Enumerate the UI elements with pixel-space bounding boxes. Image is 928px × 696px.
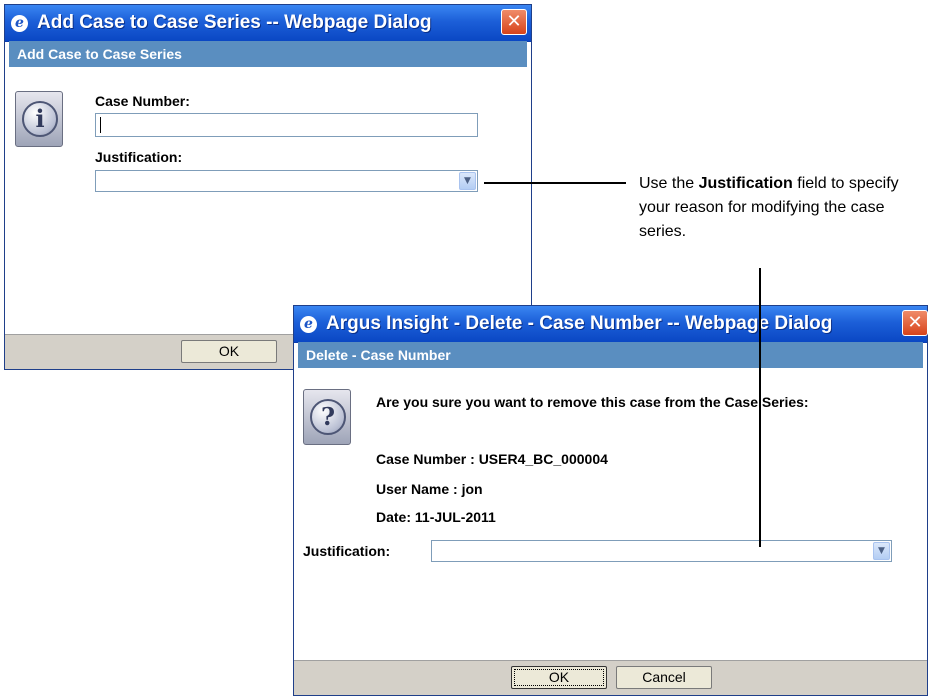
callout-line-horizontal — [484, 182, 626, 184]
case-number-input[interactable] — [95, 113, 478, 137]
question-icon: ? — [303, 389, 351, 445]
ok-button[interactable]: OK — [511, 666, 607, 689]
callout-prefix: Use the — [639, 175, 699, 192]
info-icon: i — [15, 91, 63, 147]
cancel-button[interactable]: Cancel — [616, 666, 712, 689]
date-line: Date: 11-JUL-2011 — [376, 509, 496, 525]
justification-callout: Use the Justification field to specify y… — [639, 172, 924, 244]
justification-dropdown[interactable]: ▼ — [95, 170, 478, 192]
delete-case-titlebar[interactable]: e Argus Insight - Delete - Case Number -… — [294, 306, 928, 343]
close-button[interactable]: ✕ — [902, 310, 928, 336]
chevron-down-icon[interactable]: ▼ — [873, 542, 890, 560]
close-button[interactable]: ✕ — [501, 9, 527, 35]
window-title: Argus Insight - Delete - Case Number -- … — [326, 313, 833, 334]
justification-dropdown[interactable]: ▼ — [431, 540, 892, 562]
dialog-footer: OK Cancel — [294, 660, 927, 695]
case-number-label: Case Number: — [95, 93, 190, 109]
window-title: Add Case to Case Series -- Webpage Dialo… — [37, 12, 432, 33]
case-number-line: Case Number : USER4_BC_000004 — [376, 451, 608, 467]
ok-button[interactable]: OK — [181, 340, 277, 363]
ie-icon: e — [300, 316, 317, 333]
add-case-titlebar[interactable]: e Add Case to Case Series -- Webpage Dia… — [5, 5, 531, 42]
chevron-down-icon[interactable]: ▼ — [459, 172, 476, 190]
section-header: Add Case to Case Series — [9, 41, 527, 67]
section-header: Delete - Case Number — [298, 342, 923, 368]
confirm-question: Are you sure you want to remove this cas… — [376, 394, 809, 410]
callout-emphasis: Justification — [698, 175, 793, 192]
question-icon-glyph: ? — [310, 399, 346, 435]
callout-line-vertical — [759, 268, 761, 547]
justification-label: Justification: — [303, 543, 391, 559]
ie-icon: e — [11, 15, 28, 32]
user-name-line: User Name : jon — [376, 481, 483, 497]
text-caret — [100, 117, 101, 133]
delete-case-dialog: e Argus Insight - Delete - Case Number -… — [293, 305, 928, 696]
justification-label: Justification: — [95, 149, 183, 165]
info-icon-glyph: i — [22, 101, 58, 137]
